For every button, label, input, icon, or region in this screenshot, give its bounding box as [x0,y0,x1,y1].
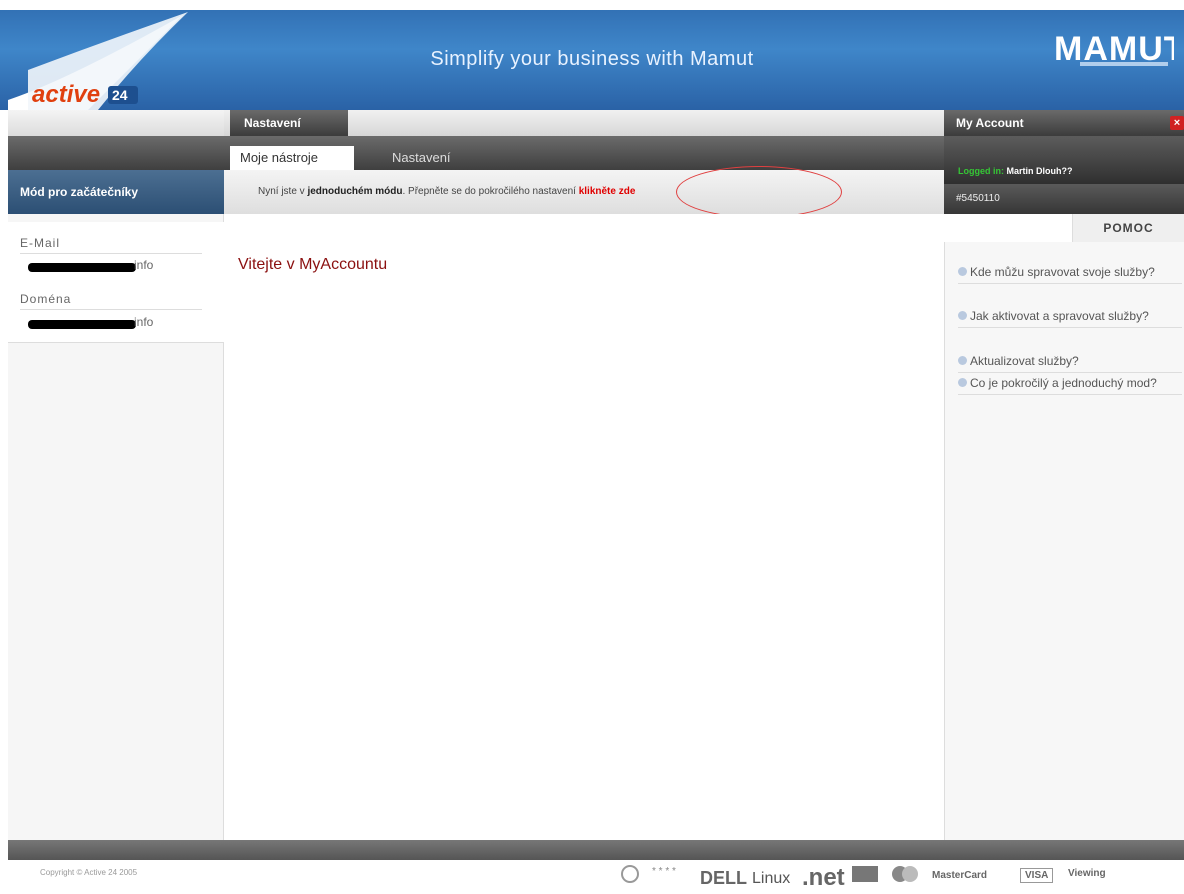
email-label[interactable]: E-Mail [20,236,60,250]
subtab-settings[interactable]: Nastavení [376,146,496,170]
divider [20,253,202,254]
account-id: #5450110 [944,184,1184,214]
help-bullet-icon [958,356,967,365]
help-item[interactable]: Co je pokročilý a jednoduchý mod? [958,375,1182,395]
tab-help[interactable]: POMOC [1072,214,1184,242]
dell-logo: DELL [700,868,747,888]
visa-logo: VISA [1020,868,1054,883]
account-user-box [944,136,1184,184]
help-panel [944,242,1184,840]
switch-mode-link[interactable]: klikněte zde [579,186,636,197]
help-item[interactable]: Aktualizovat služby? [958,353,1182,373]
nav-spacer-left [8,110,224,136]
mode-current: jednoduchém módu [307,186,403,197]
nav-dark-left [8,136,224,170]
partner-badge-icon [621,865,639,883]
divider [20,309,202,310]
card-logo-icon [892,866,918,882]
main-content [224,214,944,840]
logged-in-line: Logged in: Martin Dlouh?? [958,166,1073,176]
mastercard-logo: MasterCard [932,870,988,881]
help-bullet-icon [958,267,967,276]
redacted-email [28,263,136,272]
logged-in-label: Logged in: [958,166,1004,176]
user-name: Martin Dlouh?? [1006,166,1073,176]
page-title: Vitejte v MyAccountu [238,256,388,273]
domain-label[interactable]: Doména [20,292,71,306]
dotnet-logo: .net [802,864,845,891]
mode-middle: . Přepněte se do pokročilého nastavení [402,186,579,197]
mode-prefix: Nyní jste v [258,186,308,197]
viewing-logo: Viewing [1068,868,1106,879]
header-tagline: Simplify your business with Mamut [430,48,754,70]
email-value[interactable]: info [134,258,153,272]
my-account-title: My Account [944,110,1184,136]
subtab-my-tools[interactable]: Moje nástroje [230,146,354,170]
close-icon[interactable]: × [1170,116,1184,130]
help-bullet-icon [958,311,967,320]
help-bullet-icon [958,378,967,387]
beginner-mode-title: Mód pro začátečníky [8,170,224,214]
server-logo-icon [852,866,878,882]
copyright: Copyright © Active 24 2005 [40,868,138,877]
tab-nastaveni[interactable]: Nastavení [230,110,348,136]
svg-text:active: active [32,81,100,108]
eu-stars-icon: * * * * [652,866,676,877]
highlight-oval [676,166,842,218]
redacted-domain [28,320,136,329]
svg-text:24: 24 [112,87,128,103]
footer-bar [8,840,1184,860]
svg-text:* * * *: * * * * [652,866,676,877]
linux-logo: Linux [752,870,791,887]
help-item[interactable]: Kde můžu spravovat svoje služby? [958,264,1182,284]
partner-logos: * * * * DELL Linux .net MasterCard VISA … [616,862,1184,894]
help-item[interactable]: Jak aktivovat a spravovat služby? [958,308,1182,328]
domain-value[interactable]: info [134,315,153,329]
mamut-logo[interactable]: MAMUT [1050,20,1174,72]
mode-message: Nyní jste v jednoduchém módu. Přepněte s… [258,186,635,197]
